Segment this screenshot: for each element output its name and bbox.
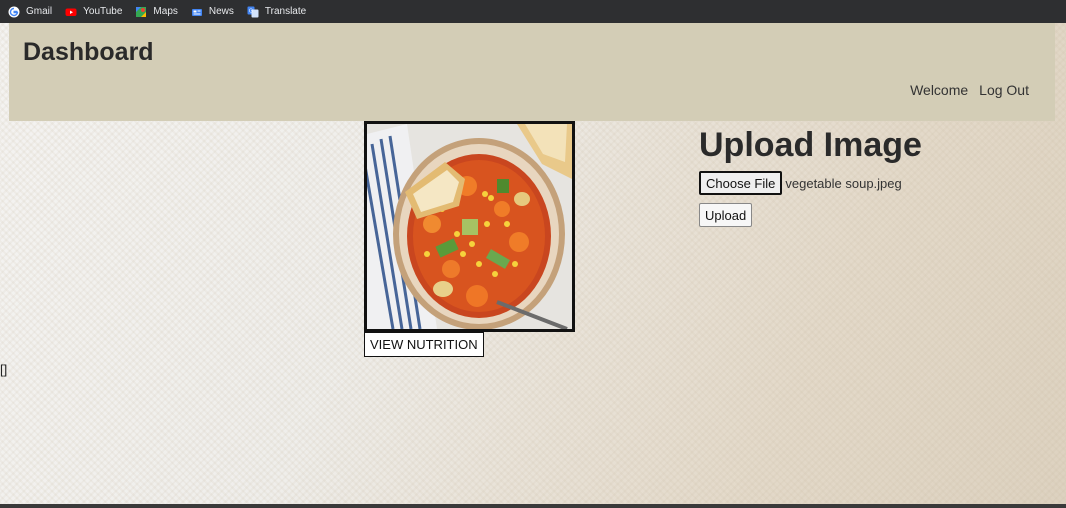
- logout-link[interactable]: Log Out: [979, 82, 1029, 98]
- google-g-icon: [8, 6, 20, 17]
- news-icon: [191, 8, 202, 16]
- view-nutrition-button[interactable]: VIEW NUTRITION: [364, 332, 484, 357]
- bookmark-gmail[interactable]: Gmail: [8, 6, 52, 18]
- bookmark-news[interactable]: News: [191, 6, 234, 18]
- maps-icon: [136, 6, 147, 17]
- header-nav: Welcome Log Out: [910, 82, 1029, 98]
- welcome-link[interactable]: Welcome: [910, 82, 968, 98]
- bookmark-label: News: [208, 6, 234, 17]
- bookmark-label: Translate: [264, 6, 307, 17]
- translate-icon: G: [247, 6, 259, 17]
- selected-file-name: vegetable soup.jpeg: [785, 175, 902, 191]
- youtube-icon: [65, 8, 77, 16]
- header: Dashboard Welcome Log Out: [9, 23, 1055, 121]
- svg-text:G: G: [249, 8, 253, 14]
- bookmark-maps[interactable]: Maps: [135, 6, 178, 18]
- bookmarks-bar: Gmail YouTube Maps News G Translate: [0, 0, 1066, 23]
- upload-title: Upload Image: [699, 126, 922, 164]
- bookmark-translate[interactable]: G Translate: [247, 6, 306, 18]
- bookmark-label: Gmail: [26, 6, 53, 17]
- page-title[interactable]: Dashboard: [23, 38, 154, 67]
- bookmark-label: Maps: [153, 6, 178, 17]
- file-input[interactable]: Choose File vegetable soup.jpeg: [699, 171, 922, 195]
- bookmark-label: YouTube: [83, 6, 123, 17]
- upload-section: Upload Image Choose File vegetable soup.…: [699, 124, 922, 227]
- upload-button[interactable]: Upload: [699, 203, 753, 227]
- choose-file-button[interactable]: Choose File: [699, 171, 783, 195]
- stray-text: []: [0, 362, 8, 377]
- bookmark-youtube[interactable]: YouTube: [65, 6, 122, 18]
- food-image: [364, 121, 575, 332]
- taskbar-strip: [0, 504, 1066, 508]
